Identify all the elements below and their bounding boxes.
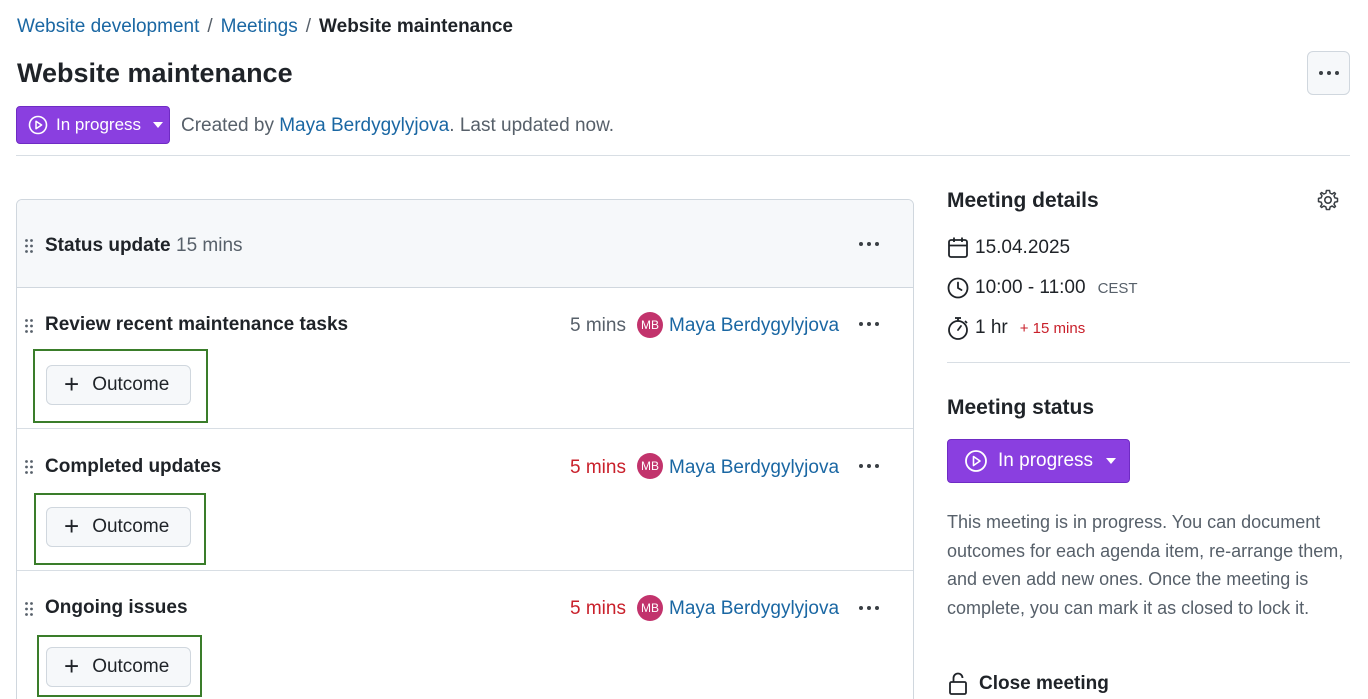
meeting-date-row: 15.04.2025 — [947, 236, 1070, 260]
agenda-item: Completed updates 5 mins MB Maya Berdygy… — [17, 429, 913, 571]
agenda-item-duration: 5 mins — [570, 315, 626, 336]
meeting-time: 10:00 - 11:00 — [975, 277, 1086, 298]
play-circle-icon — [965, 450, 987, 472]
breadcrumb-separator: / — [207, 16, 213, 37]
chevron-down-icon — [1106, 458, 1117, 464]
item-more-icon[interactable] — [859, 464, 879, 468]
add-outcome-button[interactable]: + Outcome — [46, 507, 191, 547]
agenda-item-title[interactable]: Completed updates — [45, 456, 221, 478]
author-link[interactable]: Maya Berdygylyjova — [279, 115, 449, 136]
meeting-date: 15.04.2025 — [975, 237, 1071, 258]
responsible-link[interactable]: Maya Berdygylyjova — [669, 315, 839, 337]
avatar: MB — [637, 595, 663, 621]
outcome-label: Outcome — [92, 516, 170, 537]
close-meeting-button[interactable]: Close meeting — [947, 671, 1109, 697]
outcome-highlight: + Outcome — [34, 493, 206, 565]
outcome-highlight: + Outcome — [33, 349, 208, 423]
add-outcome-button[interactable]: + Outcome — [46, 365, 191, 405]
plus-icon: + — [64, 650, 80, 681]
breadcrumb-separator: / — [305, 16, 312, 37]
status-label: In progress — [998, 450, 1094, 471]
outcome-label: Outcome — [92, 656, 170, 677]
breadcrumb: Website development / Meetings / Website… — [17, 16, 513, 38]
responsible-link[interactable]: Maya Berdygylyjova — [669, 457, 839, 479]
divider — [16, 155, 1350, 156]
clock-icon — [947, 277, 969, 299]
agenda-item-duration: 5 mins — [570, 598, 626, 619]
avatar: MB — [637, 453, 663, 479]
section-title: Status update — [45, 235, 171, 256]
status-dropdown-button[interactable]: In progress — [16, 106, 170, 144]
meeting-duration-row: 1 hr + 15 mins — [947, 315, 1085, 341]
updated-text: . Last updated now. — [449, 115, 615, 136]
agenda-item: Ongoing issues 5 mins MB Maya Berdygylyj… — [17, 571, 913, 699]
item-more-icon[interactable] — [859, 606, 879, 610]
page-actions-menu-button[interactable] — [1307, 51, 1350, 95]
breadcrumb-link-project[interactable]: Website development — [17, 16, 199, 38]
drag-handle-icon[interactable] — [24, 459, 34, 475]
divider — [947, 362, 1350, 363]
calendar-icon — [948, 237, 968, 258]
drag-handle-icon[interactable] — [24, 601, 34, 617]
responsible-link[interactable]: Maya Berdygylyjova — [669, 598, 839, 620]
chevron-down-icon — [153, 122, 164, 128]
page-title: Website maintenance — [17, 58, 293, 88]
gear-icon[interactable] — [1316, 188, 1340, 212]
play-circle-icon — [28, 115, 48, 135]
meeting-status-title: Meeting status — [947, 396, 1095, 419]
meeting-duration-overtime: + 15 mins — [1019, 319, 1086, 337]
breadcrumb-current: Website maintenance — [319, 16, 513, 37]
agenda-item-title[interactable]: Ongoing issues — [45, 597, 188, 619]
agenda-list: Status update 15 mins Review recent main… — [16, 199, 914, 699]
agenda-section-header: Status update 15 mins — [17, 200, 913, 288]
item-more-icon[interactable] — [859, 322, 879, 326]
plus-icon: + — [64, 510, 80, 541]
outcome-label: Outcome — [92, 374, 170, 395]
unlock-icon — [949, 672, 967, 695]
meeting-status-dropdown-button[interactable]: In progress — [947, 439, 1130, 483]
avatar: MB — [637, 312, 663, 338]
outcome-highlight: + Outcome — [37, 635, 202, 697]
section-duration: 15 mins — [176, 235, 243, 256]
status-label: In progress — [56, 115, 142, 134]
drag-handle-icon[interactable] — [24, 318, 34, 334]
stopwatch-icon — [948, 317, 968, 340]
drag-handle-icon[interactable] — [24, 238, 34, 254]
close-meeting-label: Close meeting — [979, 673, 1109, 694]
meeting-duration: 1 hr — [975, 317, 1008, 338]
breadcrumb-link-meetings[interactable]: Meetings — [221, 16, 298, 38]
plus-icon: + — [64, 368, 80, 399]
status-description: This meeting is in progress. You can doc… — [947, 512, 1344, 618]
agenda-item-duration: 5 mins — [570, 457, 626, 478]
agenda-item: Review recent maintenance tasks 5 mins M… — [17, 288, 913, 429]
meeting-meta: Created by Maya Berdygylyjova. Last upda… — [181, 115, 614, 137]
meeting-details-title: Meeting details — [947, 189, 1099, 212]
section-more-icon[interactable] — [859, 242, 879, 246]
agenda-item-title[interactable]: Review recent maintenance tasks — [45, 314, 348, 336]
more-icon — [1318, 71, 1339, 75]
add-outcome-button[interactable]: + Outcome — [46, 647, 191, 687]
created-by-label: Created by — [181, 115, 274, 136]
meeting-time-row: 10:00 - 11:00 CEST — [947, 276, 1138, 300]
meeting-timezone: CEST — [1097, 279, 1138, 297]
